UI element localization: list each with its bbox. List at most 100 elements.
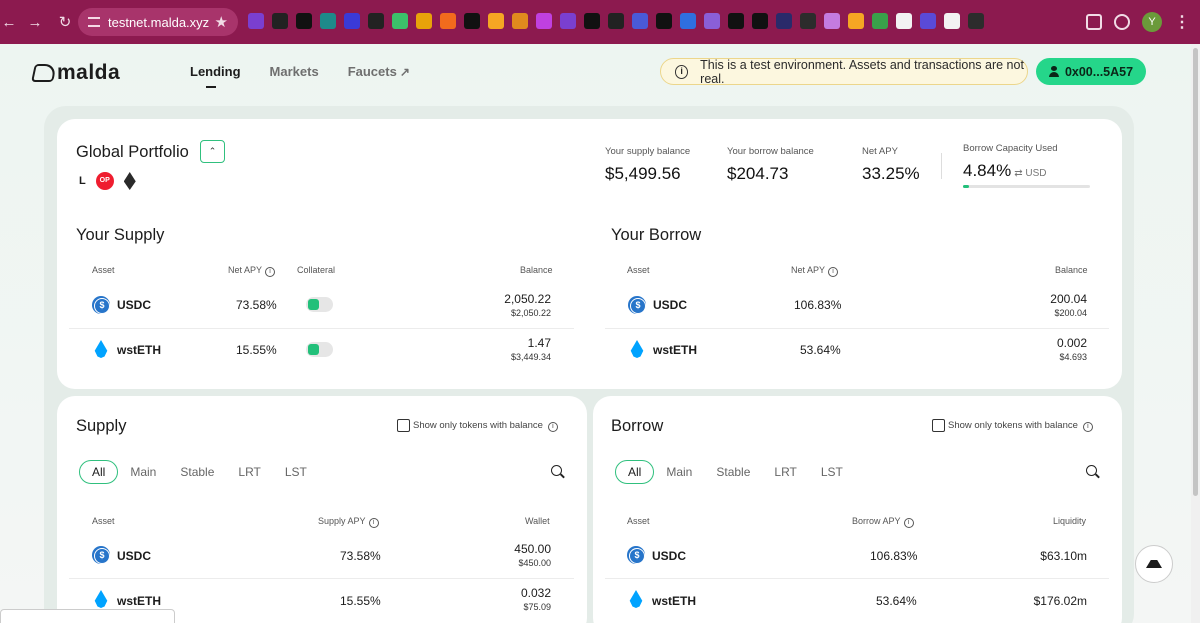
bookmark-star-icon[interactable]: ★	[215, 13, 228, 31]
browser-extension-icon[interactable]	[248, 13, 264, 29]
malda-logo[interactable]: malda	[31, 61, 121, 85]
browser-extension-icon[interactable]	[608, 13, 624, 29]
tab-stable[interactable]: Stable	[168, 461, 226, 483]
browser-extension-icon[interactable]	[320, 13, 336, 29]
nav-faucets[interactable]: Faucets ↗	[348, 64, 410, 79]
col-net-apy: Net APY i	[791, 265, 839, 277]
browser-extension-icon[interactable]	[560, 13, 576, 29]
browser-extension-icon[interactable]	[584, 13, 600, 29]
site-settings-icon[interactable]	[88, 17, 100, 27]
row-divider	[69, 578, 574, 579]
supply-category-tabs: All Main Stable LRT LST	[79, 460, 319, 484]
balance-usd: $4.693	[1059, 352, 1087, 362]
address-bar[interactable]: testnet.malda.xyz ★	[78, 8, 238, 36]
nav-lending[interactable]: Lending	[190, 64, 241, 88]
browser-extension-icon[interactable]	[872, 13, 888, 29]
browser-extension-icon[interactable]	[512, 13, 528, 29]
info-icon[interactable]: i	[828, 267, 839, 277]
search-icon[interactable]	[1086, 465, 1097, 476]
blocks-icon	[1146, 560, 1162, 568]
row-divider	[605, 578, 1109, 579]
logo-text: malda	[57, 61, 121, 84]
external-link-icon: ↗	[399, 65, 410, 79]
browser-extension-icon[interactable]	[656, 13, 672, 29]
browser-extension-icon[interactable]	[440, 13, 456, 29]
info-icon[interactable]: i	[547, 422, 558, 432]
malda-logo-mark-icon	[31, 64, 57, 82]
browser-extension-icon[interactable]	[392, 13, 408, 29]
browser-extension-icon[interactable]	[848, 13, 864, 29]
tab-main[interactable]: Main	[118, 461, 168, 483]
asset-name[interactable]: USDC	[653, 298, 687, 312]
currency-toggle[interactable]: ⇄ USD	[1014, 168, 1046, 179]
tab-all[interactable]: All	[615, 460, 655, 484]
asset-name[interactable]: USDC	[117, 549, 151, 563]
wallet-button[interactable]: 0x00...5A57	[1036, 58, 1146, 85]
col-borrow-apy: Borrow APY i	[852, 516, 914, 528]
browser-extension-icon[interactable]	[920, 13, 936, 29]
info-icon[interactable]: i	[1082, 422, 1093, 432]
browser-extension-icon[interactable]	[752, 13, 768, 29]
usdc-icon	[627, 546, 645, 564]
col-net-apy: Net APY i	[228, 265, 276, 277]
scrollbar-thumb[interactable]	[1193, 48, 1198, 496]
browser-extension-icon[interactable]	[632, 13, 648, 29]
collateral-toggle[interactable]	[306, 342, 333, 357]
browser-actions: Y ⋮	[1086, 12, 1190, 32]
tab-lrt[interactable]: LRT	[762, 461, 808, 483]
browser-extension-icon[interactable]	[728, 13, 744, 29]
asset-name[interactable]: wstETH	[117, 594, 161, 608]
liquidity: $176.02m	[1033, 594, 1087, 608]
extensions-puzzle-icon[interactable]	[1086, 14, 1102, 30]
browser-extension-icon[interactable]	[680, 13, 696, 29]
browser-extension-icon[interactable]	[968, 13, 984, 29]
collateral-toggle[interactable]	[306, 297, 333, 312]
tab-stable[interactable]: Stable	[704, 461, 762, 483]
asset-name[interactable]: wstETH	[652, 594, 696, 608]
browser-extension-icon[interactable]	[368, 13, 384, 29]
tab-main[interactable]: Main	[654, 461, 704, 483]
back-icon[interactable]: ←	[0, 14, 22, 31]
browser-extension-icon[interactable]	[272, 13, 288, 29]
browser-extension-icon[interactable]	[824, 13, 840, 29]
borrow-capacity-label: Borrow Capacity Used	[963, 143, 1058, 154]
info-icon[interactable]: i	[903, 518, 914, 528]
browser-extension-icon[interactable]	[944, 13, 960, 29]
browser-extension-icon[interactable]	[416, 13, 432, 29]
asset-name[interactable]: wstETH	[653, 343, 697, 357]
top-nav: Lending Markets Faucets ↗	[190, 64, 410, 88]
tab-lst[interactable]: LST	[809, 461, 855, 483]
col-borrow-apy-label: Borrow APY	[852, 516, 901, 526]
browser-extension-icon[interactable]	[464, 13, 480, 29]
search-icon[interactable]	[551, 465, 562, 476]
browser-extension-icon[interactable]	[704, 13, 720, 29]
browser-extension-icon[interactable]	[296, 13, 312, 29]
balance-filter-checkbox[interactable]	[932, 419, 945, 432]
info-icon[interactable]: i	[368, 518, 379, 528]
browser-menu-icon[interactable]: ⋮	[1174, 12, 1190, 32]
tab-lst[interactable]: LST	[273, 461, 319, 483]
reload-icon[interactable]: ↻	[52, 13, 78, 31]
browser-extension-icon[interactable]	[344, 13, 360, 29]
sync-icon[interactable]	[1114, 14, 1130, 30]
nav-markets[interactable]: Markets	[270, 64, 319, 79]
asset-name[interactable]: USDC	[652, 549, 686, 563]
wallet-balance-usd: $75.09	[523, 602, 551, 612]
floating-widget-button[interactable]	[1135, 545, 1173, 583]
asset-name[interactable]: wstETH	[117, 343, 161, 357]
browser-extension-icon[interactable]	[896, 13, 912, 29]
browser-extension-icon[interactable]	[776, 13, 792, 29]
info-icon[interactable]: i	[265, 267, 276, 277]
browser-extension-icon[interactable]	[800, 13, 816, 29]
user-icon	[1048, 66, 1059, 77]
portfolio-title: Global Portfolio	[76, 143, 189, 161]
profile-avatar[interactable]: Y	[1142, 12, 1162, 32]
tab-all[interactable]: All	[79, 460, 119, 484]
tab-lrt[interactable]: LRT	[226, 461, 272, 483]
collapse-chevron-icon[interactable]: ⌃	[200, 140, 225, 163]
forward-icon[interactable]: →	[22, 14, 48, 31]
browser-extension-icon[interactable]	[488, 13, 504, 29]
asset-name[interactable]: USDC	[117, 298, 151, 312]
balance-filter-checkbox[interactable]	[397, 419, 410, 432]
browser-extension-icon[interactable]	[536, 13, 552, 29]
